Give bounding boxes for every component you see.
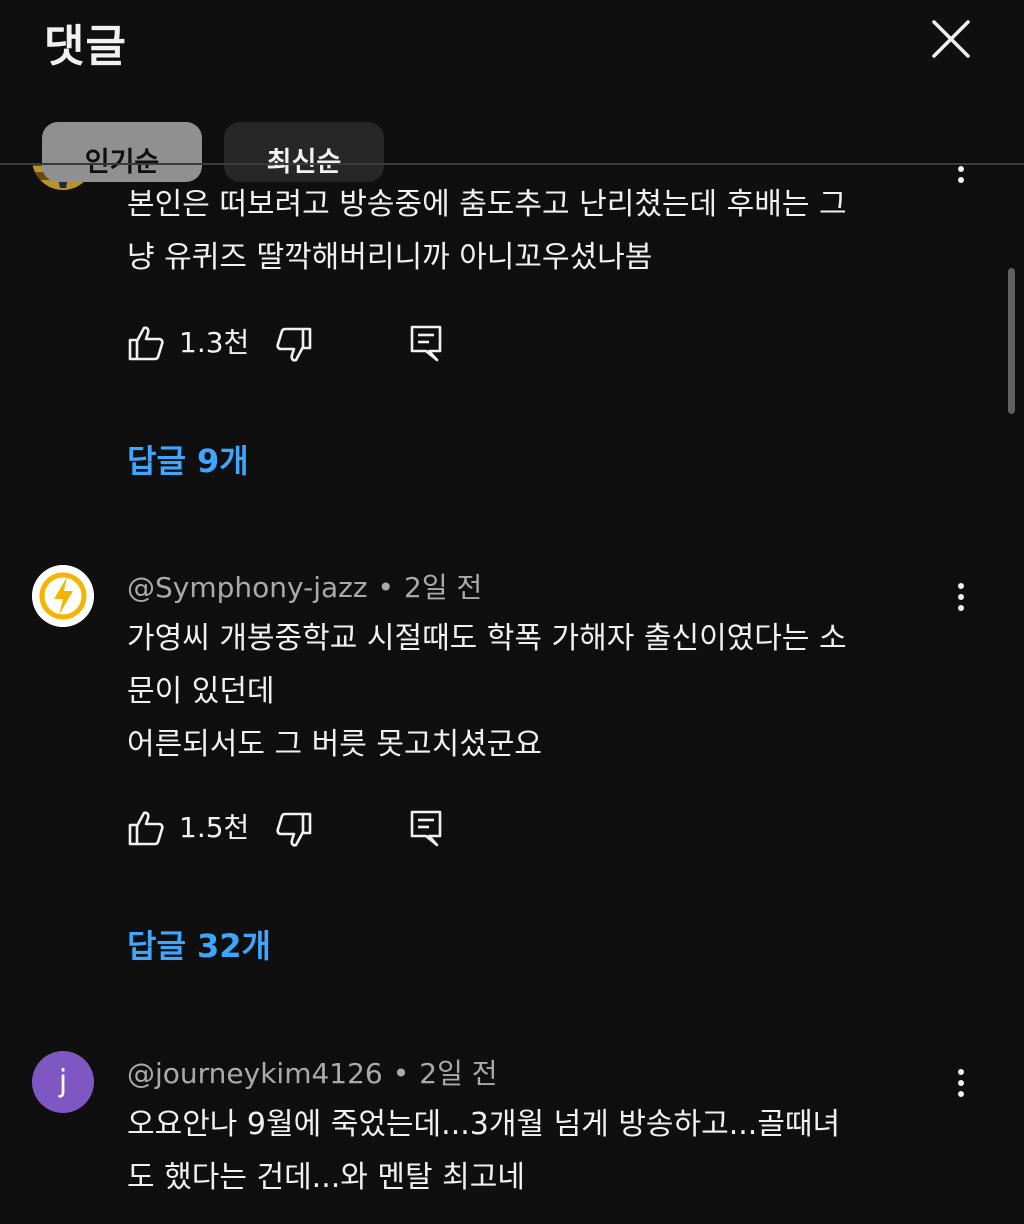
page-title: 댓글 xyxy=(44,21,127,72)
comment-meta: @journeykim4126 • 2일 전 xyxy=(127,1057,498,1090)
comment-line: 오요안나 9월에 죽었는데...3개월 넘게 방송하고...골때녀 xyxy=(127,1107,841,1142)
comment-text: 오요안나 9월에 죽었는데...3개월 넘게 방송하고...골때녀 도 했다는 … xyxy=(127,1098,957,1204)
comments-header: 댓글 인기순 최신순 xyxy=(0,0,1024,182)
avatar-letter: j xyxy=(58,1064,68,1099)
reply-icon[interactable] xyxy=(409,324,443,362)
sort-chip-latest[interactable]: 최신순 xyxy=(224,122,384,182)
comment-line: 도 했다는 건데...와 멘탈 최고네 xyxy=(127,1160,525,1195)
comment-line: 본인은 떠보려고 방송중에 춤도추고 난리쳤는데 후배는 그 xyxy=(127,187,847,222)
comment-line: 어른되서도 그 버릇 못고치셨군요 xyxy=(127,727,543,762)
avatar[interactable] xyxy=(32,565,94,627)
close-icon[interactable] xyxy=(928,16,974,62)
comment-text: 가영씨 개봉중학교 시절때도 학폭 가해자 출신이였다는 소 문이 있던데 어른… xyxy=(127,612,957,771)
scrollbar[interactable] xyxy=(1008,268,1015,414)
comment-author[interactable]: @Symphony-jazz xyxy=(127,571,368,604)
chip-label: 최신순 xyxy=(266,147,342,178)
comment-time: 2일 전 xyxy=(404,571,483,604)
comment-text: 본인은 떠보려고 방송중에 춤도추고 난리쳤는데 후배는 그 냥 유퀴즈 딸깍해… xyxy=(127,178,957,284)
like-count: 1.5천 xyxy=(179,811,250,844)
comment-line: 냥 유퀴즈 딸깍해버리니까 아니꼬우셨나봄 xyxy=(127,240,653,275)
chip-label: 인기순 xyxy=(84,147,160,178)
like-icon[interactable] xyxy=(127,809,165,847)
header-divider xyxy=(0,163,1024,165)
sort-chip-popular[interactable]: 인기순 xyxy=(42,122,202,182)
comment-time: 2일 전 xyxy=(419,1057,498,1090)
comment-actions: 1.5천 xyxy=(127,809,457,849)
comment-actions: 1.3천 xyxy=(127,324,457,364)
comment-author[interactable]: @journeykim4126 xyxy=(127,1057,383,1090)
avatar[interactable]: j xyxy=(32,1051,94,1113)
like-icon[interactable] xyxy=(127,324,165,362)
lightning-icon xyxy=(32,565,94,627)
replies-link[interactable]: 답글 32개 xyxy=(127,921,271,967)
reply-icon[interactable] xyxy=(409,809,443,847)
replies-link[interactable]: 답글 9개 xyxy=(127,436,249,482)
dislike-icon[interactable] xyxy=(275,326,313,364)
comment-line: 문이 있던데 xyxy=(127,674,275,709)
like-count: 1.3천 xyxy=(179,326,250,359)
dislike-icon[interactable] xyxy=(275,811,313,849)
comment-meta: @Symphony-jazz • 2일 전 xyxy=(127,571,483,604)
comment-line: 가영씨 개봉중학교 시절때도 학폭 가해자 출신이였다는 소 xyxy=(127,621,847,656)
